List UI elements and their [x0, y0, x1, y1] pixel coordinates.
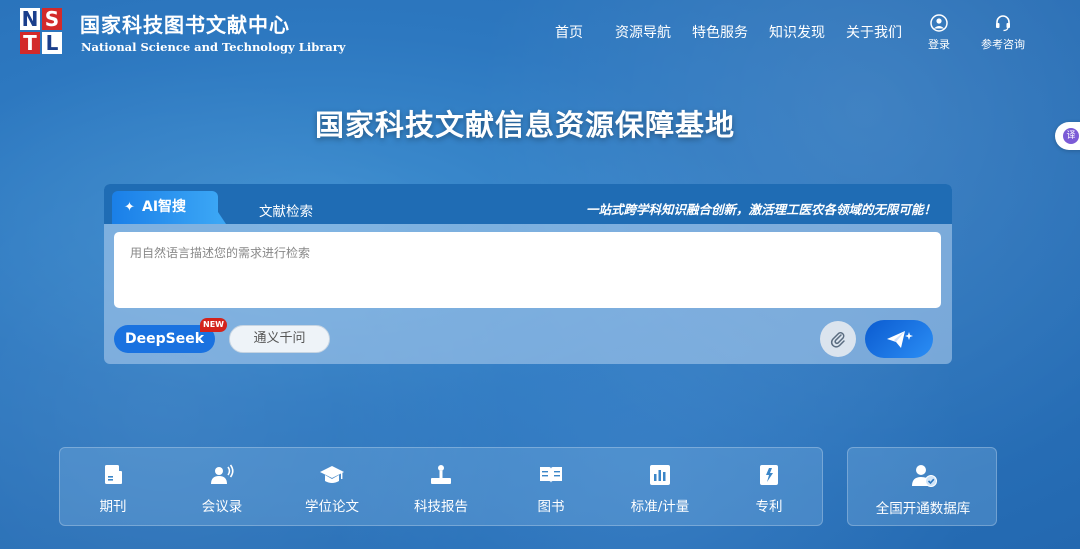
- patent-icon: [760, 465, 778, 485]
- category-panel: 期刊 会议录 学位论文 科技报告 图书 标准/计量 专利: [59, 447, 823, 526]
- category-book-label: 图书: [537, 499, 565, 515]
- category-conference-label: 会议录: [201, 499, 243, 515]
- paper-plane-icon: [887, 331, 913, 348]
- search-panel: ✦ AI智搜 文献检索 一站式跨学科知识融合创新，激活理工医农各领域的无限可能！…: [104, 184, 952, 364]
- category-tech-report-label: 科技报告: [414, 499, 468, 515]
- hero-title: 国家科技文献信息资源保障基地: [314, 108, 735, 142]
- tab-ai-search[interactable]: ✦ AI智搜: [112, 191, 218, 224]
- sparkle-icon: ✦: [124, 200, 135, 215]
- nav-featured-services[interactable]: 特色服务: [692, 22, 748, 42]
- category-patent[interactable]: 专利: [729, 462, 809, 515]
- nav-resource-navigation[interactable]: 资源导航: [615, 22, 671, 42]
- category-thesis[interactable]: 学位论文: [292, 462, 372, 515]
- translate-icon: 译: [1063, 128, 1079, 144]
- search-slogan: 一站式跨学科知识融合创新，激活理工医农各领域的无限可能！: [585, 202, 936, 217]
- national-database-label: 全国开通数据库: [875, 501, 971, 517]
- category-standards-label: 标准/计量: [630, 499, 690, 515]
- nav-about-us[interactable]: 关于我们: [846, 22, 902, 42]
- consult-label: 参考咨询: [981, 38, 1025, 51]
- model-qwen-button[interactable]: 通义千问: [229, 325, 330, 353]
- logo-letter-s: S: [42, 8, 62, 30]
- send-button[interactable]: [865, 320, 933, 358]
- tab-ai-search-label: AI智搜: [142, 199, 187, 215]
- reference-consult-link[interactable]: 参考咨询: [978, 14, 1028, 52]
- conference-icon: [211, 464, 234, 484]
- logo-letter-l: L: [42, 32, 62, 54]
- category-tech-report[interactable]: 科技报告: [401, 462, 481, 515]
- paperclip-icon: [830, 332, 845, 348]
- journal-icon: [105, 465, 122, 484]
- graduation-cap-icon: [320, 466, 344, 483]
- national-database-button[interactable]: 全国开通数据库: [847, 447, 997, 526]
- brand-name-en: National Science and Technology Library: [81, 40, 346, 54]
- new-badge: NEW: [200, 318, 227, 332]
- category-standards[interactable]: 标准/计量: [620, 462, 700, 515]
- attach-button[interactable]: [820, 321, 856, 357]
- logo-letter-n: N: [20, 7, 40, 31]
- category-conference[interactable]: 会议录: [182, 462, 262, 515]
- book-icon: [540, 467, 562, 483]
- category-patent-label: 专利: [755, 499, 783, 515]
- nav-knowledge-discovery[interactable]: 知识发现: [769, 22, 825, 42]
- category-book[interactable]: 图书: [511, 462, 591, 515]
- user-check-icon: [912, 465, 937, 487]
- user-circle-icon: [930, 14, 948, 32]
- chart-icon: [650, 465, 670, 485]
- main-nav: 首页 资源导航 特色服务 知识发现 关于我们: [540, 22, 923, 42]
- brand-name-cn: 国家科技图书文献中心: [80, 13, 290, 37]
- nav-home[interactable]: 首页: [555, 22, 583, 42]
- translate-widget[interactable]: 译: [1055, 122, 1080, 150]
- search-input[interactable]: [114, 232, 941, 308]
- category-journal[interactable]: 期刊: [73, 462, 153, 515]
- search-tab-bar: ✦ AI智搜 文献检索 一站式跨学科知识融合创新，激活理工医农各领域的无限可能！: [104, 184, 952, 224]
- tab-literature-search[interactable]: 文献检索: [259, 200, 313, 220]
- headset-icon: [996, 15, 1010, 32]
- nstl-logo[interactable]: N S T L: [20, 8, 64, 56]
- category-journal-label: 期刊: [99, 499, 127, 515]
- report-icon: [431, 465, 451, 484]
- login-label: 登录: [928, 38, 950, 51]
- logo-letter-t: T: [20, 32, 40, 54]
- category-thesis-label: 学位论文: [305, 499, 359, 515]
- login-link[interactable]: 登录: [924, 14, 954, 52]
- header: N S T L 国家科技图书文献中心 National Science and …: [0, 0, 1080, 70]
